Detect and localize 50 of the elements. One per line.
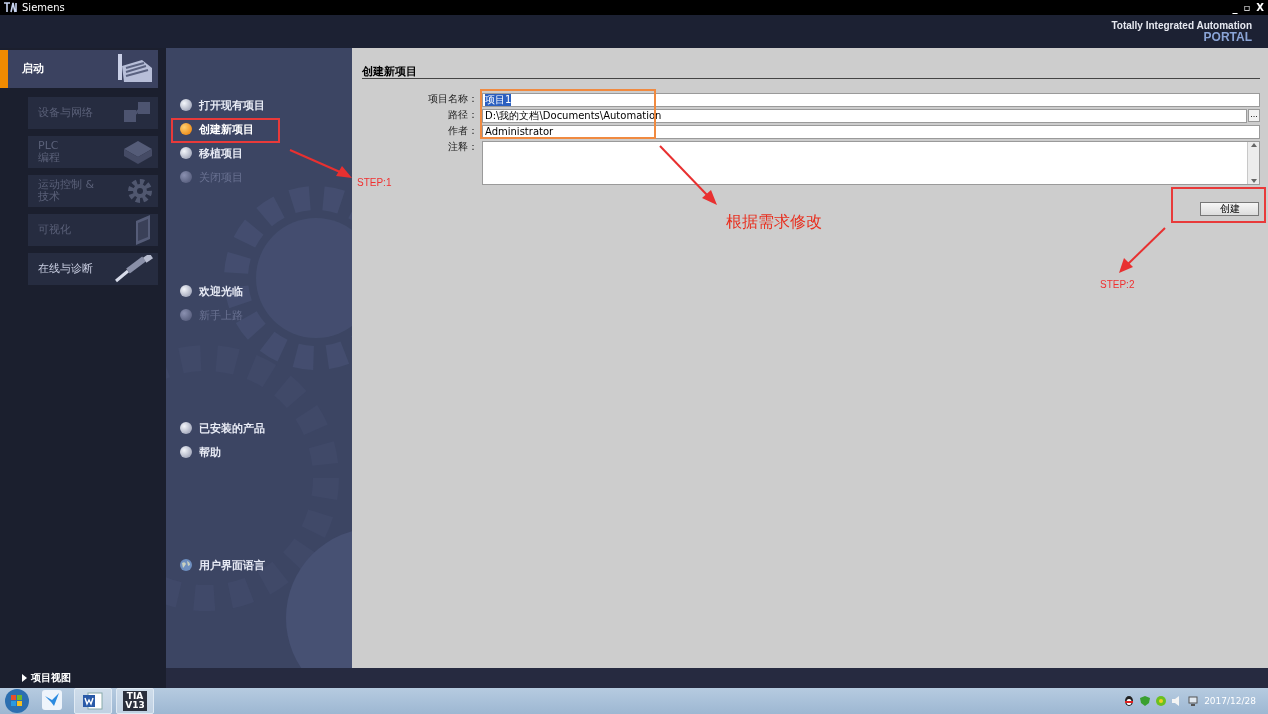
step-label: STEP:1 <box>357 177 392 188</box>
factory-icon <box>118 54 152 82</box>
arrow <box>659 145 717 205</box>
minimize-button[interactable]: _ <box>1232 1 1238 14</box>
penguin-icon <box>1124 696 1135 706</box>
menu-item[interactable]: 帮助 <box>178 443 352 461</box>
input-field[interactable]: 项目1 <box>482 93 1260 107</box>
expand-arrow-icon <box>22 674 27 682</box>
network-icon <box>1188 696 1199 706</box>
bird-app-icon[interactable] <box>42 690 62 710</box>
document-app-icon[interactable] <box>82 691 104 711</box>
portal-tab[interactable]: 启动 <box>0 50 158 88</box>
arrow <box>289 149 352 178</box>
field-label: 作者： <box>447 125 478 136</box>
scroll-down-icon[interactable] <box>1249 178 1258 184</box>
comment-field[interactable] <box>482 141 1260 185</box>
arrow <box>1119 227 1166 273</box>
menu-item[interactable]: 用户界面语言 <box>178 556 352 574</box>
window-title: Siemens <box>22 2 65 13</box>
block-icon <box>124 141 152 164</box>
date-text: 2017/12/28 <box>1204 696 1256 706</box>
screwdriver-icon <box>115 255 153 283</box>
restore-button[interactable]: ▫ <box>1243 1 1251 14</box>
brand-text: Totally Integrated Automation <box>1111 20 1252 31</box>
menu-item[interactable]: 打开现有项目 <box>178 96 352 114</box>
panel-icon <box>136 215 150 245</box>
field-label: 路径： <box>447 109 478 120</box>
shield-icon <box>1140 696 1151 706</box>
field-label: 注释： <box>447 141 478 152</box>
tia-app-icon[interactable]: TIA V13 <box>123 691 147 711</box>
step-label: STEP:2 <box>1100 279 1135 290</box>
menu-item[interactable]: 创建新项目 <box>178 120 352 138</box>
scroll-up-icon[interactable] <box>1249 142 1258 148</box>
section-heading: 创建新项目 <box>362 64 417 79</box>
app-logo-icon <box>4 2 18 13</box>
gear-icon <box>128 179 152 203</box>
annotation-note: 根据需求修改 <box>726 212 822 232</box>
circle-arrow-icon <box>1156 696 1167 706</box>
menu-item[interactable]: 欢迎光临 <box>178 282 352 300</box>
input-field[interactable]: Administrator <box>482 125 1260 139</box>
menu-item[interactable]: 已安装的产品 <box>178 419 352 437</box>
create-button[interactable]: 创建 <box>1200 202 1259 216</box>
field-label: 项目名称： <box>427 93 478 104</box>
start-button[interactable] <box>4 688 30 714</box>
cubes-icon <box>124 102 150 122</box>
menu-item[interactable]: 移植项目 <box>178 144 352 162</box>
close-button[interactable]: X <box>1256 1 1264 14</box>
browse-button[interactable]: ... <box>1248 109 1260 122</box>
portal-tab[interactable]: 在线与诊断 <box>28 253 158 285</box>
product-name: PORTAL <box>1203 31 1252 43</box>
